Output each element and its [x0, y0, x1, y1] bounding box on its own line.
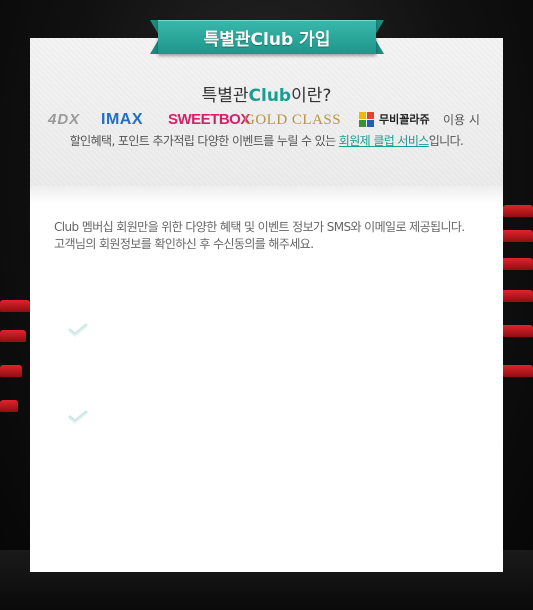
about-desc-suffix: 입니다. [428, 134, 464, 148]
notice-line-2: 고객님의 회원정보를 확인하신 후 수신동의를 해주세요. [54, 237, 314, 251]
about-desc-prefix: 할인혜택, 포인트 추가적립 다양한 이벤트를 누릴 수 있는 [69, 134, 339, 148]
about-title-prefix: 특별관 [201, 86, 249, 106]
notice-line-1: Club 멤버십 회원만을 위한 다양한 혜택 및 이벤트 정보가 SMS와 이… [54, 220, 465, 234]
about-description: 할인혜택, 포인트 추가적립 다양한 이벤트를 누릴 수 있는 회원제 클럽 서… [30, 132, 503, 149]
moviecollage-icon [359, 112, 375, 128]
seat [499, 258, 533, 270]
brand-4dx-logo: 4DX [48, 111, 81, 128]
seat [503, 205, 533, 217]
check-icon[interactable] [68, 410, 88, 424]
notice-text: Club 멤버십 회원만을 위한 다양한 혜택 및 이벤트 정보가 SMS와 이… [54, 219, 484, 253]
brand-imax-logo: IMAX [101, 111, 143, 128]
seat [0, 330, 26, 342]
about-title-suffix: 이란? [291, 86, 332, 106]
brand-moviecollage-logo: 무비꼴라쥬 [379, 113, 430, 126]
seat [0, 300, 30, 312]
club-service-link[interactable]: 회원제 클럽 서비스 [339, 134, 430, 148]
about-title: 특별관Club이란? [30, 81, 503, 106]
page-title: 특별관Club 가입 [203, 30, 331, 50]
main-panel: 특별관Club이란? 4DX IMAX SWEETBOX GOLD CLASS … [30, 38, 503, 572]
section-divider-shadow [30, 186, 503, 204]
brand-suffix-text: 이용 시 [443, 113, 480, 127]
check-icon[interactable] [68, 323, 88, 337]
about-title-club: Club [248, 86, 292, 106]
title-ribbon: 특별관Club 가입 [150, 20, 384, 56]
about-section: 특별관Club이란? 4DX IMAX SWEETBOX GOLD CLASS … [30, 38, 503, 186]
brand-sweetbox-logo: SWEETBOX [168, 111, 250, 128]
seat [501, 230, 533, 242]
seat [0, 365, 22, 377]
seat [0, 400, 18, 412]
brand-logos: 4DX IMAX SWEETBOX GOLD CLASS 무비꼴라쥬 이용 시 [48, 109, 488, 131]
brand-goldclass-logo: GOLD CLASS [244, 112, 342, 128]
